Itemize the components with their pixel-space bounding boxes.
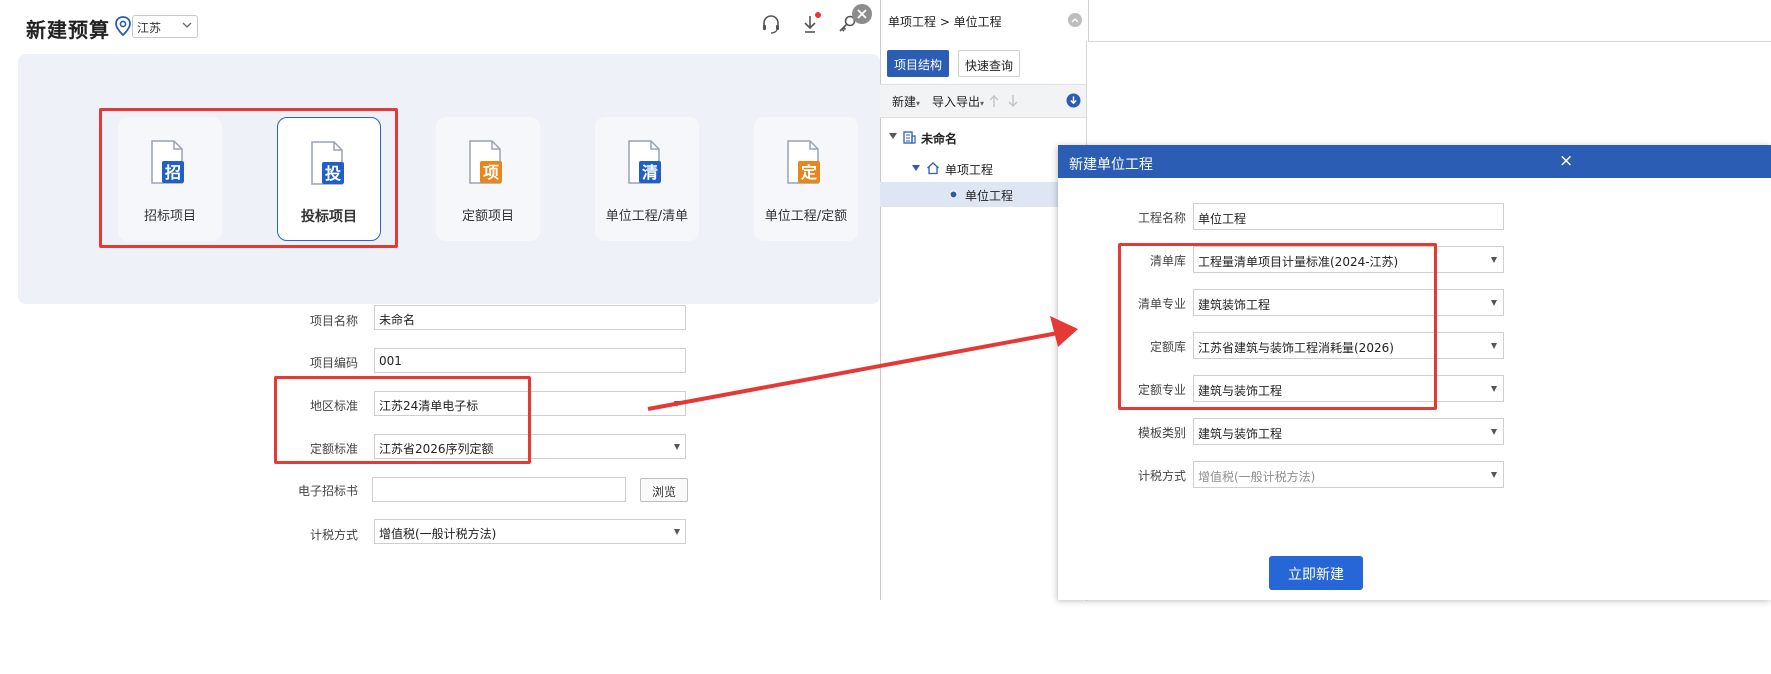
caret-down-icon: ▾ xyxy=(980,99,985,108)
import-export-label: 导入导出 xyxy=(932,95,981,109)
dropdown-arrow-icon xyxy=(1491,386,1497,392)
project-name-input[interactable]: 未命名 xyxy=(374,305,686,330)
dialog-title: 新建单位工程 xyxy=(1058,145,1771,178)
highlight-box-libraries xyxy=(1118,243,1437,410)
highlight-box-standards xyxy=(274,376,531,464)
tax-method-value: 增值税(一般计税方法) xyxy=(379,527,497,541)
card-label: 单位工程/清单 xyxy=(605,209,689,224)
breadcrumb: 单项工程 > 单位工程 xyxy=(888,15,1002,29)
building-icon xyxy=(903,131,916,144)
svg-text:清: 清 xyxy=(642,163,658,182)
tree-root[interactable]: 未命名 xyxy=(921,130,957,147)
quota-doc-icon: 定 xyxy=(787,140,820,184)
pane-divider xyxy=(1088,0,1089,41)
dialog-field-label: 计税方式 xyxy=(1137,469,1186,483)
caret-down-icon: ▾ xyxy=(916,99,921,108)
card-unit-list[interactable]: 清 单位工程/清单 xyxy=(595,117,699,241)
page-title: 新建预算 xyxy=(26,18,110,42)
new-budget-window: 新建预算 江苏 招 招标项目 投 投标项目 项 定额项目 清 单位工程/清单 定… xyxy=(0,0,880,600)
svg-text:定: 定 xyxy=(800,163,817,182)
svg-text:项: 项 xyxy=(483,163,499,182)
project-code-input[interactable]: 001 xyxy=(374,348,686,373)
new-menu-label: 新建 xyxy=(892,95,917,109)
dialog-close-icon[interactable]: × xyxy=(1559,151,1573,171)
dropdown-arrow-icon xyxy=(1491,343,1497,349)
close-window-button[interactable] xyxy=(852,4,872,24)
tab-quick-query[interactable]: 快速查询 xyxy=(958,50,1020,77)
dropdown-arrow-icon xyxy=(1491,257,1497,263)
expand-caret-icon[interactable] xyxy=(912,164,920,172)
move-down-icon[interactable] xyxy=(1007,94,1019,108)
project-code-label: 项目编码 xyxy=(309,356,358,370)
chevron-up-icon xyxy=(1071,18,1079,23)
tab-project-structure[interactable]: 项目结构 xyxy=(887,50,949,77)
move-up-icon[interactable] xyxy=(988,94,1000,108)
dropdown-arrow-icon xyxy=(1491,300,1497,306)
pane-divider-horizontal xyxy=(1088,41,1771,42)
new-menu[interactable]: 新建▾ xyxy=(892,93,920,110)
unit-dot-icon xyxy=(949,190,958,199)
headset-icon[interactable] xyxy=(760,13,782,35)
expand-caret-icon[interactable] xyxy=(889,132,897,140)
list-doc-icon: 清 xyxy=(628,140,661,184)
import-export-menu[interactable]: 导入导出▾ xyxy=(932,93,984,110)
bid-document-input[interactable] xyxy=(372,477,626,502)
location-pin-icon xyxy=(115,16,131,36)
dialog-tax-method-value: 增值税(一般计税方法) xyxy=(1198,470,1316,484)
dialog-field-label: 工程名称 xyxy=(1137,211,1186,225)
create-now-button[interactable]: 立即新建 xyxy=(1269,556,1363,590)
tree-child[interactable]: 单项工程 xyxy=(945,161,993,178)
chevron-down-icon xyxy=(182,22,192,28)
template-category-value: 建筑与装饰工程 xyxy=(1198,427,1283,441)
template-category-select[interactable]: 建筑与装饰工程 xyxy=(1193,418,1504,445)
dropdown-arrow-icon xyxy=(674,444,680,450)
card-label: 定额项目 xyxy=(461,209,514,224)
quota-doc-icon: 项 xyxy=(469,140,502,184)
dropdown-arrow-icon xyxy=(1491,472,1497,478)
card-quota-project[interactable]: 项 定额项目 xyxy=(436,117,540,241)
notification-badge xyxy=(815,12,821,18)
dialog-field-label: 模板类别 xyxy=(1137,426,1186,440)
card-unit-quota[interactable]: 定 单位工程/定额 xyxy=(754,117,858,241)
dialog-tax-method-select[interactable]: 增值税(一般计税方法) xyxy=(1193,461,1504,488)
collapse-button[interactable] xyxy=(1068,13,1082,27)
unit-name-input[interactable]: 单位工程 xyxy=(1193,203,1504,230)
dropdown-arrow-icon xyxy=(674,401,680,407)
bid-document-label: 电子招标书 xyxy=(297,484,358,498)
dropdown-arrow-icon xyxy=(674,529,680,535)
tree-leaf[interactable]: 单位工程 xyxy=(965,187,1013,204)
dropdown-arrow-icon xyxy=(1491,429,1497,435)
highlight-box-cards xyxy=(99,108,398,248)
browse-button[interactable]: 浏览 xyxy=(640,478,688,502)
tax-method-label: 计税方式 xyxy=(309,528,358,542)
tax-method-select[interactable]: 增值税(一般计税方法) xyxy=(374,519,686,544)
close-icon xyxy=(857,9,867,19)
project-name-label: 项目名称 xyxy=(309,314,358,328)
download-circle-icon[interactable] xyxy=(1066,93,1081,108)
home-icon xyxy=(927,162,939,175)
card-label: 单位工程/定额 xyxy=(764,209,848,224)
region-select[interactable]: 江苏 xyxy=(132,15,198,38)
region-select-value: 江苏 xyxy=(137,21,162,35)
